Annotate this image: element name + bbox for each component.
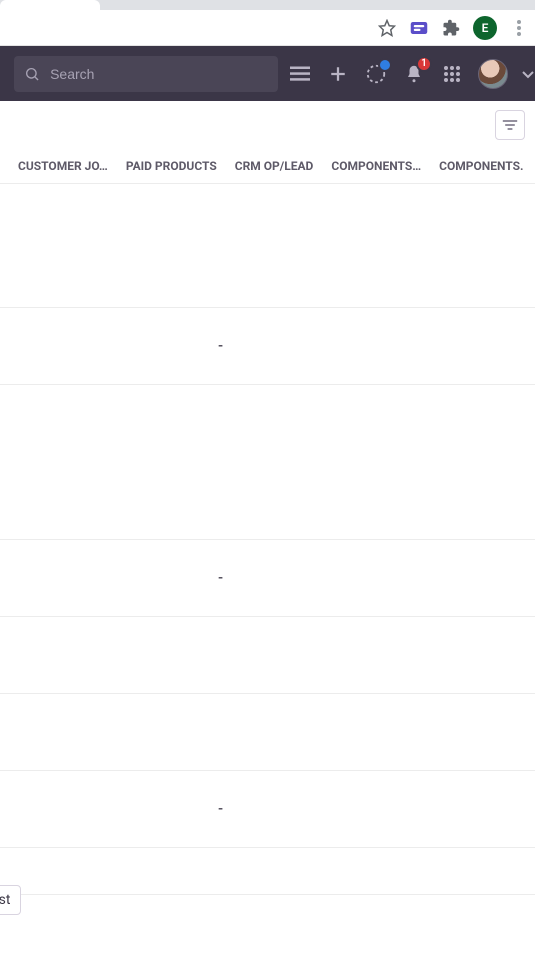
user-menu-chevron-icon[interactable]: [522, 64, 534, 83]
column-header-row: CUSTOMER JO… PAID PRODUCTS CRM OP/LEAD C…: [0, 149, 535, 184]
column-header[interactable]: CRM OP/LEAD: [235, 159, 314, 173]
notifications-bell-icon[interactable]: 1: [402, 62, 426, 86]
column-header[interactable]: CUSTOMER JO…: [18, 159, 108, 173]
extension-badge-icon[interactable]: [409, 18, 429, 38]
cell-value: -: [0, 570, 535, 586]
notifications-count-badge: 1: [416, 56, 432, 72]
table-row[interactable]: [0, 617, 535, 694]
browser-tab-active[interactable]: [0, 0, 100, 10]
header-icon-group: 1: [288, 59, 534, 89]
bookmark-star-icon[interactable]: [377, 18, 397, 38]
filter-icon: [502, 119, 518, 131]
footer-button-label: ast: [0, 892, 10, 908]
search-box[interactable]: [14, 56, 278, 92]
chat-icon[interactable]: [364, 62, 388, 86]
table-row[interactable]: [0, 694, 535, 771]
column-header[interactable]: COMPONENTS.: [439, 159, 523, 173]
table-row[interactable]: -: [0, 771, 535, 848]
cell-value: -: [0, 338, 535, 354]
table-row[interactable]: [0, 385, 535, 432]
sub-toolbar: [0, 101, 535, 149]
search-input[interactable]: [50, 66, 268, 82]
chat-unread-indicator: [378, 58, 392, 72]
table-row[interactable]: [0, 432, 535, 540]
data-grid: - - -: [0, 184, 535, 895]
footer-button[interactable]: ast: [0, 885, 21, 915]
add-icon[interactable]: [326, 62, 350, 86]
table-row[interactable]: [0, 231, 535, 308]
table-row[interactable]: -: [0, 308, 535, 385]
cell-value: -: [0, 801, 535, 817]
table-row[interactable]: [0, 184, 535, 231]
browser-toolbar: E: [0, 10, 535, 46]
list-view-icon[interactable]: [288, 62, 312, 86]
user-avatar[interactable]: [478, 59, 508, 89]
column-header[interactable]: COMPONENTS…: [331, 159, 421, 173]
search-icon: [24, 65, 40, 83]
column-header[interactable]: PAID PRODUCTS: [126, 159, 217, 173]
filter-button[interactable]: [495, 110, 525, 140]
apps-grid-icon[interactable]: [440, 62, 464, 86]
browser-profile-avatar[interactable]: E: [473, 16, 497, 40]
app-header: 1: [0, 46, 535, 101]
extensions-puzzle-icon[interactable]: [441, 18, 461, 38]
browser-tab-strip: [0, 0, 535, 10]
browser-menu-icon[interactable]: [509, 18, 529, 38]
table-row[interactable]: -: [0, 540, 535, 617]
table-row[interactable]: [0, 848, 535, 895]
